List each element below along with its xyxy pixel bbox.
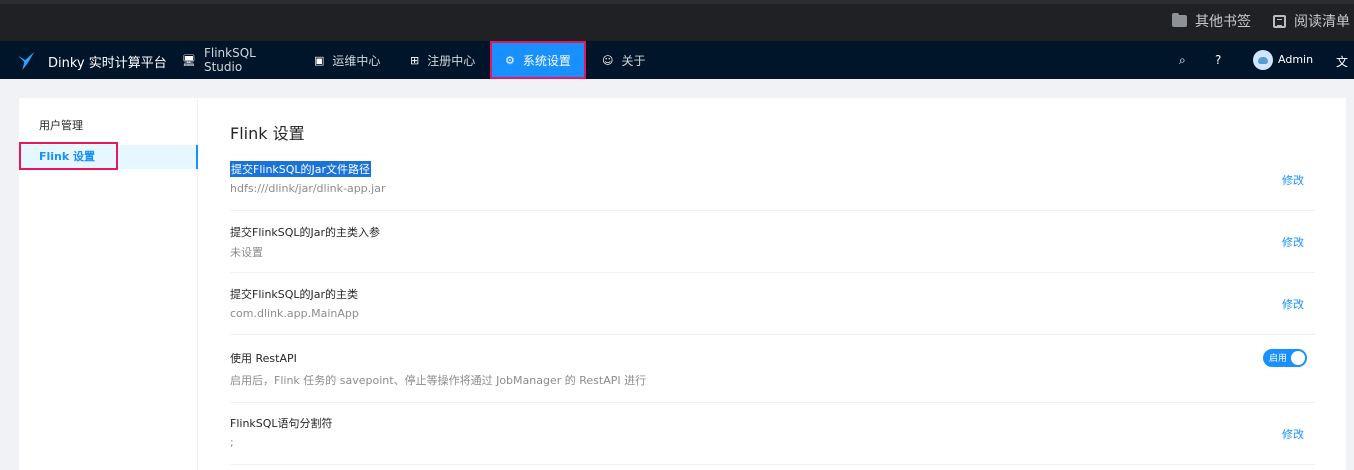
nav-about[interactable]: ☺ 关于 (592, 41, 656, 79)
selection-highlight-box (19, 142, 118, 170)
user-name[interactable]: Admin (1278, 53, 1313, 66)
dashboard-icon: ▣ (314, 53, 325, 67)
bookmark-reading-list-label: 阅读清单 (1294, 14, 1350, 30)
edit-button[interactable]: 修改 (1282, 172, 1304, 188)
browser-top-strip (0, 0, 1354, 4)
nav-label: 系统设置 (522, 53, 571, 68)
setting-value: ; (230, 436, 234, 449)
page-title: Flink 设置 (230, 124, 305, 143)
nav-label: 注册中心 (427, 53, 476, 68)
settings-icon: ⚙ (505, 53, 515, 67)
setting-title: 提交FlinkSQL的Jar文件路径 (230, 161, 372, 177)
setting-title: 提交FlinkSQL的Jar的主类入参 (230, 226, 381, 239)
browser-bookmarks-bar: 其他书签 阅读清单 (0, 0, 1354, 41)
nav-label: 运维中心 (332, 53, 381, 68)
monitor-icon: 🖥 (182, 53, 196, 67)
nav-flinksql-studio[interactable]: 🖥 FlinkSQL Studio (172, 41, 292, 79)
edit-button[interactable]: 修改 (1282, 296, 1304, 312)
nav-label: FlinkSQL Studio (203, 46, 256, 74)
folder-icon (1172, 13, 1187, 27)
nav-ops-center[interactable]: ▣ 运维中心 (304, 41, 392, 79)
app-header: Dinky 实时计算平台 🖥 FlinkSQL Studio ▣ 运维中心 ⊞ … (0, 41, 1354, 79)
avatar[interactable] (1253, 50, 1273, 70)
setting-row-sql-separator: FlinkSQL语句分割符 ; 修改 (230, 403, 1315, 465)
nav-registry-center[interactable]: ⊞ 注册中心 (400, 41, 488, 79)
rest-api-toggle[interactable]: 启用 (1263, 349, 1307, 367)
setting-title: 提交FlinkSQL的Jar的主类 (230, 288, 359, 301)
search-icon[interactable]: ⌕ (1179, 53, 1186, 68)
sidebar-item-label: 用户管理 (39, 119, 83, 132)
nav-system-settings[interactable]: ⚙ 系统设置 (490, 41, 586, 79)
question-icon[interactable]: ? (1215, 53, 1221, 67)
settings-sidebar: 用户管理 Flink 设置 (19, 98, 198, 470)
edit-button[interactable]: 修改 (1282, 234, 1304, 250)
brand-title: Dinky 实时计算平台 (48, 56, 167, 71)
bookmark-other-label: 其他书签 (1195, 14, 1251, 30)
setting-title: 使用 RestAPI (230, 352, 297, 365)
setting-description: 启用后，Flink 任务的 savepoint、停止等操作将通过 JobMana… (230, 374, 647, 387)
setting-row-jar-args: 提交FlinkSQL的Jar的主类入参 未设置 修改 (230, 211, 1315, 273)
setting-value: hdfs:///dlink/jar/dlink-app.jar (230, 182, 386, 195)
nav-label: 关于 (621, 53, 646, 68)
translate-icon[interactable]: 文 (1336, 53, 1348, 70)
setting-row-jar-path: 提交FlinkSQL的Jar文件路径 hdfs:///dlink/jar/dli… (230, 148, 1315, 211)
toggle-knob (1291, 351, 1305, 365)
toggle-label: 启用 (1269, 354, 1288, 364)
sidebar-item-user-management[interactable]: 用户管理 (19, 114, 198, 138)
setting-value: com.dlink.app.MainApp (230, 307, 359, 320)
setting-row-rest-api: 使用 RestAPI 启用后，Flink 任务的 savepoint、停止等操作… (230, 335, 1315, 403)
setting-value: 未设置 (230, 246, 263, 259)
bookmark-reading-list[interactable]: 阅读清单 (1273, 11, 1350, 31)
reading-list-icon (1273, 14, 1286, 28)
settings-card: 用户管理 Flink 设置 Flink 设置 提交FlinkSQL的Jar文件路… (19, 98, 1346, 470)
grid-icon: ⊞ (410, 53, 420, 67)
setting-title: FlinkSQL语句分割符 (230, 417, 333, 430)
edit-button[interactable]: 修改 (1282, 426, 1304, 442)
bookmark-other[interactable]: 其他书签 (1172, 11, 1251, 31)
setting-row-jar-main-class: 提交FlinkSQL的Jar的主类 com.dlink.app.MainApp … (230, 273, 1315, 335)
dinky-logo-icon (17, 51, 35, 71)
smile-icon: ☺ (602, 53, 614, 67)
